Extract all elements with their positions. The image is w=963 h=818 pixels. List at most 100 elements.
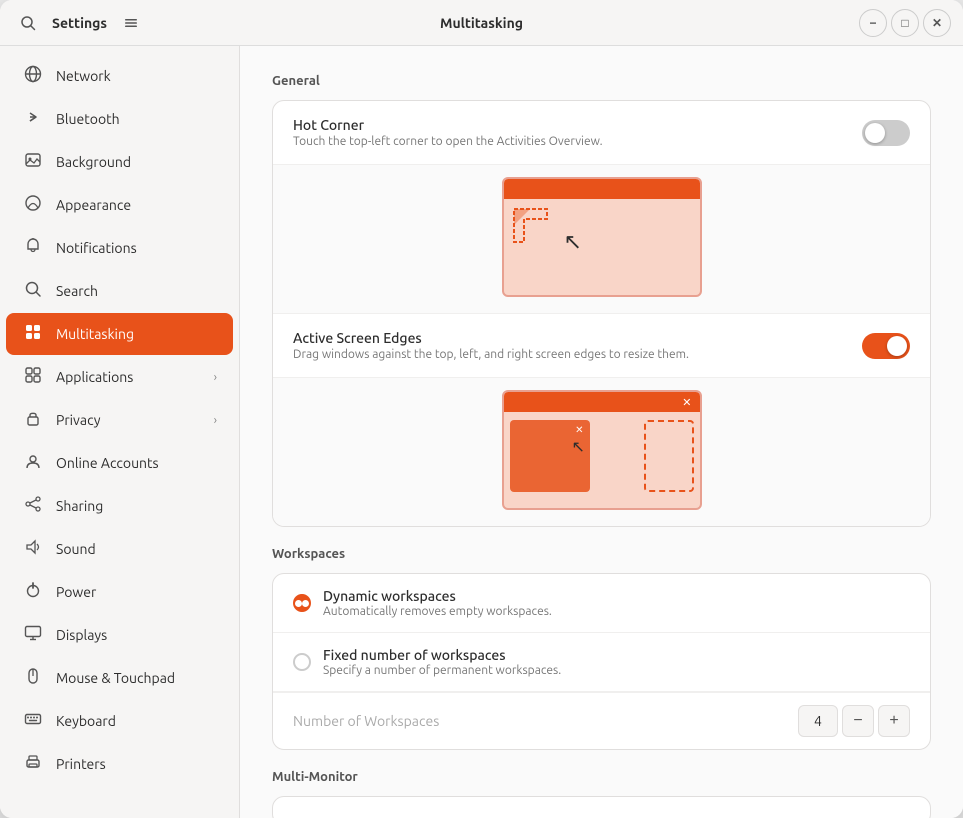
multi-monitor-card	[272, 796, 931, 818]
illus2-top-bar: ✕	[504, 392, 700, 412]
sidebar-item-displays[interactable]: Displays	[6, 614, 233, 656]
search-button[interactable]	[12, 7, 44, 39]
online-accounts-icon	[22, 452, 44, 474]
active-screen-edges-toggle[interactable]	[862, 333, 910, 359]
sidebar-item-power[interactable]: Power	[6, 571, 233, 613]
dynamic-workspaces-desc: Automatically removes empty workspaces.	[323, 605, 910, 618]
hot-corner-row: Hot Corner Touch the top-left corner to …	[273, 101, 930, 165]
sidebar-item-applications[interactable]: Applications ›	[6, 356, 233, 398]
multitasking-icon	[22, 323, 44, 345]
sidebar-label-network: Network	[56, 68, 217, 84]
sidebar-label-power: Power	[56, 584, 217, 600]
dynamic-workspaces-radio[interactable]	[293, 594, 311, 612]
privacy-chevron: ›	[214, 414, 217, 427]
power-icon	[22, 581, 44, 603]
screen-edges-image: ✕ ✕ ↖	[502, 390, 702, 510]
sidebar-item-bluetooth[interactable]: Bluetooth	[6, 98, 233, 140]
background-icon	[22, 151, 44, 173]
radio-dot	[295, 600, 302, 607]
sidebar-label-background: Background	[56, 154, 217, 170]
titlebar-left: Settings	[12, 7, 252, 39]
sidebar-label-keyboard: Keyboard	[56, 713, 217, 729]
sidebar-item-search[interactable]: Search	[6, 270, 233, 312]
fixed-workspaces-text: Fixed number of workspaces Specify a num…	[323, 647, 910, 677]
hot-corner-desc: Touch the top-left corner to open the Ac…	[293, 135, 862, 148]
sidebar-item-appearance[interactable]: Appearance	[6, 184, 233, 226]
dynamic-workspaces-title: Dynamic workspaces	[323, 588, 910, 604]
mouse-icon	[22, 667, 44, 689]
active-edges-title: Active Screen Edges	[293, 330, 862, 346]
screen-edges-illustration: ✕ ✕ ↖	[273, 378, 930, 526]
sidebar-label-sharing: Sharing	[56, 498, 217, 514]
sidebar-item-privacy[interactable]: Privacy ›	[6, 399, 233, 441]
fixed-workspaces-row[interactable]: Fixed number of workspaces Specify a num…	[273, 633, 930, 692]
fixed-workspaces-radio[interactable]	[293, 653, 311, 671]
displays-icon	[22, 624, 44, 646]
sidebar-label-displays: Displays	[56, 627, 217, 643]
sidebar-item-printers[interactable]: Printers	[6, 743, 233, 785]
sidebar-item-mouse-touchpad[interactable]: Mouse & Touchpad	[6, 657, 233, 699]
sidebar-item-sharing[interactable]: Sharing	[6, 485, 233, 527]
titlebar: Settings Multitasking − □ ✕	[0, 0, 963, 46]
network-icon	[22, 65, 44, 87]
sidebar-label-privacy: Privacy	[56, 412, 202, 428]
hot-corner-text: Hot Corner Touch the top-left corner to …	[293, 117, 862, 148]
window-controls: − □ ✕	[711, 9, 951, 37]
fixed-workspaces-desc: Specify a number of permanent workspaces…	[323, 664, 910, 677]
illus2-snap-preview	[644, 420, 694, 492]
maximize-button[interactable]: □	[891, 9, 919, 37]
workspace-decrease-button[interactable]: −	[842, 705, 874, 737]
sound-icon	[22, 538, 44, 560]
sidebar-label-printers: Printers	[56, 756, 217, 772]
active-edges-desc: Drag windows against the top, left, and …	[293, 348, 862, 361]
sidebar-item-keyboard[interactable]: Keyboard	[6, 700, 233, 742]
body: Network Bluetooth	[0, 46, 963, 818]
sidebar-item-notifications[interactable]: Notifications	[6, 227, 233, 269]
workspaces-section-title: Workspaces	[272, 547, 931, 561]
dynamic-workspaces-row[interactable]: Dynamic workspaces Automatically removes…	[273, 574, 930, 633]
notifications-icon	[22, 237, 44, 259]
sidebar: Network Bluetooth	[0, 46, 240, 818]
sidebar-label-sound: Sound	[56, 541, 217, 557]
privacy-icon	[22, 409, 44, 431]
active-edges-text: Active Screen Edges Drag windows against…	[293, 330, 862, 361]
menu-button[interactable]	[115, 7, 147, 39]
sidebar-label-online-accounts: Online Accounts	[56, 455, 217, 471]
hot-corner-image: ↖	[502, 177, 702, 297]
sidebar-label-search: Search	[56, 283, 217, 299]
sidebar-item-sound[interactable]: Sound	[6, 528, 233, 570]
sidebar-item-background[interactable]: Background	[6, 141, 233, 183]
hot-corner-illustration: ↖	[273, 165, 930, 313]
applications-chevron: ›	[214, 371, 217, 384]
minimize-button[interactable]: −	[859, 9, 887, 37]
illus-top-bar	[504, 179, 700, 199]
workspaces-card: Dynamic workspaces Automatically removes…	[272, 573, 931, 750]
applications-icon	[22, 366, 44, 388]
workspace-increase-button[interactable]: +	[878, 705, 910, 737]
sharing-icon	[22, 495, 44, 517]
sidebar-item-multitasking[interactable]: Multitasking	[6, 313, 233, 355]
illus-cursor: ↖	[564, 229, 582, 255]
sidebar-label-appearance: Appearance	[56, 197, 217, 213]
general-section-title: General	[272, 74, 931, 88]
workspace-count-value: 4	[798, 705, 838, 737]
multi-monitor-section-title: Multi-Monitor	[272, 770, 931, 784]
workspace-count-controls: 4 − +	[798, 705, 910, 737]
illus2-close-btn: ✕	[682, 396, 691, 409]
close-button[interactable]: ✕	[923, 9, 951, 37]
sidebar-label-mouse-touchpad: Mouse & Touchpad	[56, 670, 217, 686]
keyboard-icon	[22, 710, 44, 732]
workspace-count-label: Number of Workspaces	[293, 713, 786, 729]
hot-corner-toggle[interactable]	[862, 120, 910, 146]
illus2-snap-window: ✕	[510, 420, 590, 492]
printers-icon	[22, 753, 44, 775]
illus2-cursor: ↖	[572, 437, 585, 456]
settings-window: Settings Multitasking − □ ✕	[0, 0, 963, 818]
sidebar-item-network[interactable]: Network	[6, 55, 233, 97]
app-title-sidebar: Settings	[52, 15, 107, 31]
sidebar-item-online-accounts[interactable]: Online Accounts	[6, 442, 233, 484]
search-icon	[22, 280, 44, 302]
workspace-count-row: Number of Workspaces 4 − +	[273, 692, 930, 749]
fixed-workspaces-title: Fixed number of workspaces	[323, 647, 910, 663]
appearance-icon	[22, 194, 44, 216]
